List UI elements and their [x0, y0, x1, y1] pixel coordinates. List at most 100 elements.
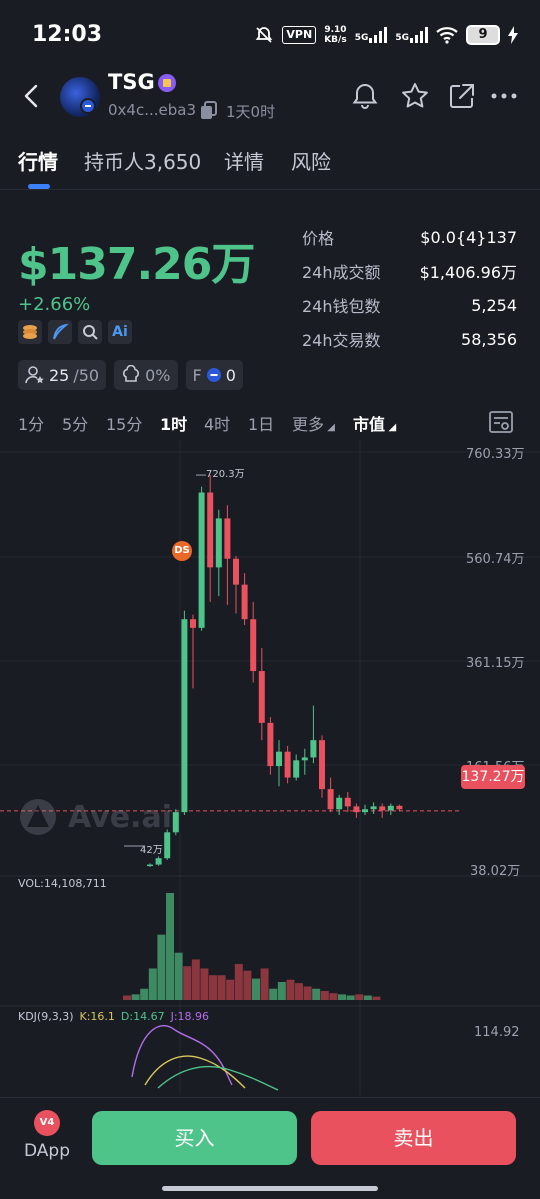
signal-5g-2: 5G	[395, 27, 428, 43]
search-icon[interactable]	[78, 320, 102, 344]
chain-badge-icon	[80, 98, 96, 114]
kdj-j-line	[131, 1025, 233, 1086]
stat-label: 价格	[302, 229, 335, 248]
top-holders-value: 25	[49, 365, 70, 385]
volume-bar	[243, 970, 252, 1000]
section-tabs: 行情 持币人3,650 详情 风险	[0, 140, 540, 190]
stat-value: $1,406.96万	[419, 263, 517, 282]
volume-bar	[252, 978, 260, 1000]
back-arrow-icon[interactable]	[18, 82, 46, 110]
volume-bar	[320, 990, 329, 1000]
price-chart[interactable]	[0, 437, 540, 1097]
volume-bar	[191, 959, 200, 1000]
f-chip[interactable]: F 0	[185, 360, 243, 390]
interval-bar: 1分 5分 15分 1时 4时 1日 更多 ◢ 市值 ◢	[0, 405, 540, 437]
volume-bar	[209, 975, 217, 1000]
feature-icon-row: Ai	[18, 320, 132, 344]
candle-body	[301, 757, 308, 761]
dev-chip[interactable]: 0%	[114, 360, 178, 390]
ave-logo-icon	[20, 799, 56, 835]
tab-risk[interactable]: 风险	[291, 146, 331, 175]
battery-indicator: 9	[466, 25, 500, 45]
volume-bar	[217, 975, 226, 1000]
candle-body	[353, 806, 360, 813]
candle-body	[147, 864, 153, 867]
stat-row-wallets: 24h钱包数 5,254	[302, 288, 517, 322]
more-icon[interactable]	[488, 80, 520, 112]
candle-body	[319, 740, 325, 790]
net-speed-value: 9.10	[324, 25, 347, 35]
kdj-d-value: D:14.67	[120, 1010, 165, 1023]
dapp-icon[interactable]: V4	[34, 1110, 60, 1136]
top-holders-chip[interactable]: 25/50	[18, 360, 107, 390]
candle-body	[207, 492, 214, 568]
stat-value: $0.0{4}137	[420, 227, 517, 247]
candle-body	[190, 619, 196, 628]
candle-body	[284, 751, 291, 778]
price-change: +2.66%	[18, 294, 91, 315]
volume-bar	[174, 952, 183, 1000]
tab-market[interactable]: 行情	[18, 146, 58, 175]
dapp-label[interactable]: DApp	[24, 1141, 70, 1161]
volume-bar	[260, 968, 269, 1000]
kdj-title: KDJ(9,3,3)	[18, 1010, 74, 1023]
charging-icon	[508, 26, 518, 44]
kdj-legend: KDJ(9,3,3) K:16.1 D:14.67 J:18.96	[18, 1010, 209, 1023]
dev-pct-value: 0%	[145, 365, 171, 385]
volume-bar	[363, 995, 372, 1000]
home-indicator[interactable]	[162, 1186, 378, 1191]
star-icon[interactable]	[399, 80, 431, 112]
ai-icon[interactable]: Ai	[108, 320, 132, 344]
stat-row-trades: 24h交易数 58,356	[302, 322, 517, 356]
volume-bar	[338, 994, 346, 1000]
volume-label: VOL:14,108,711	[18, 877, 107, 890]
copy-icon[interactable]	[200, 101, 218, 121]
candle-body	[276, 751, 282, 767]
candle-body	[250, 619, 257, 672]
token-header: TSG 0x4c...eba3 1天0时	[0, 70, 540, 130]
tab-active-indicator	[28, 184, 50, 189]
market-cap-value: $137.26万	[18, 239, 255, 290]
tab-details[interactable]: 详情	[224, 146, 264, 175]
candle-body	[396, 805, 403, 810]
status-bar: 12:03 VPN 9.10 KB/s 5G 5G 9	[0, 0, 540, 70]
candle-body	[241, 584, 248, 620]
metric-selector-label: 市值	[353, 415, 386, 434]
stat-row-volume: 24h成交额 $1,406.96万	[302, 254, 517, 288]
dropdown-caret-icon: ◢	[324, 422, 335, 433]
kdj-axis-label: 114.92	[474, 1025, 520, 1040]
volume-bar	[131, 994, 140, 1000]
interval-4h[interactable]: 4时	[204, 411, 230, 435]
interval-5m[interactable]: 5分	[62, 411, 88, 435]
chart-settings-icon[interactable]	[488, 409, 514, 435]
buy-button[interactable]: 买入	[92, 1111, 297, 1165]
candle-body	[224, 518, 231, 559]
tab-holders[interactable]: 持币人3,650	[84, 146, 201, 175]
volume-bar	[277, 981, 286, 1000]
interval-1h[interactable]: 1时	[160, 411, 187, 435]
interval-1d[interactable]: 1日	[248, 411, 274, 435]
mute-bell-icon	[256, 27, 273, 43]
low-price-label: 42万	[140, 845, 163, 856]
candle-body	[362, 809, 368, 813]
bottom-action-bar: V4 DApp 买入 卖出	[0, 1097, 540, 1199]
net-speed-unit: KB/s	[324, 35, 347, 45]
sell-button[interactable]: 卖出	[311, 1111, 516, 1165]
current-value-tag: 137.27万	[461, 765, 525, 789]
watermark-text: Ave.ai	[68, 799, 172, 835]
feather-icon[interactable]	[48, 320, 72, 344]
interval-1m[interactable]: 1分	[18, 411, 44, 435]
wifi-icon	[436, 27, 458, 44]
token-badge-icon	[158, 74, 176, 92]
volume-bar	[312, 988, 321, 1000]
metric-selector[interactable]: 市值 ◢	[353, 411, 396, 435]
candle-body	[293, 760, 300, 778]
interval-more[interactable]: 更多 ◢	[292, 411, 335, 435]
bell-icon[interactable]	[349, 80, 381, 112]
candle-body	[258, 671, 265, 723]
ds-marker[interactable]: DS	[172, 541, 192, 561]
kdj-k-value: K:16.1	[79, 1010, 115, 1023]
interval-15m[interactable]: 15分	[106, 411, 142, 435]
share-icon[interactable]	[446, 80, 478, 112]
coins-icon[interactable]	[18, 320, 42, 344]
